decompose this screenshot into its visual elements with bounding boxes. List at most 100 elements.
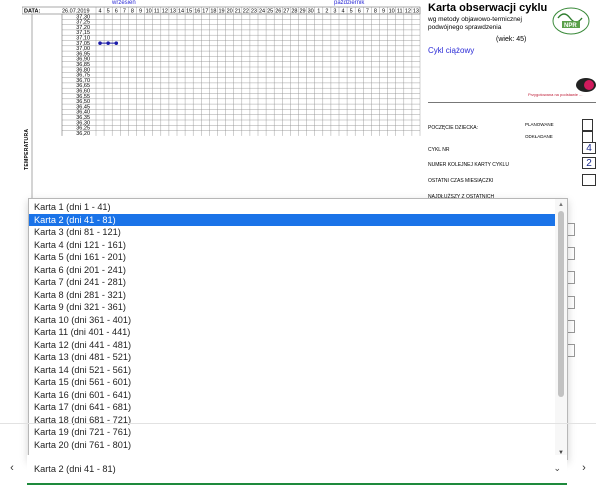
card-subtitle-1: wg metody objawowo-termicznej: [428, 16, 522, 23]
card-subtitle-2: podwójnego sprawdzenia: [428, 24, 502, 31]
day-number: 7: [366, 9, 369, 15]
npr-logo-icon: NPR: [552, 7, 590, 35]
day-number: 6: [115, 9, 118, 15]
day-number: 18: [210, 9, 216, 15]
day-number: 12: [405, 9, 411, 15]
day-number: 11: [397, 9, 403, 15]
day-number: 30: [308, 9, 314, 15]
cycle-no-label: CYKL NR: [428, 147, 450, 153]
dropdown-option[interactable]: Karta 9 (dni 321 - 361): [29, 301, 556, 314]
day-number: 12: [162, 9, 168, 15]
day-number: 2: [325, 9, 328, 15]
planned-checkbox[interactable]: [582, 119, 593, 131]
card-select[interactable]: Karta 2 (dni 41 - 81) ⌄: [27, 455, 567, 485]
dropdown-option[interactable]: Karta 19 (dni 721 - 761): [29, 426, 556, 439]
planned-label: PLANOWANE: [525, 122, 554, 127]
edge-fragment: [568, 296, 575, 309]
day-number: 11: [154, 9, 160, 15]
dropdown-option[interactable]: Karta 3 (dni 81 - 121): [29, 226, 556, 239]
dropdown-option[interactable]: Karta 18 (dni 681 - 721): [29, 414, 556, 427]
dropdown-option[interactable]: Karta 15 (dni 561 - 601): [29, 376, 556, 389]
age-label: (wiek: 45): [496, 36, 527, 43]
dropdown-option[interactable]: Karta 7 (dni 241 - 281): [29, 276, 556, 289]
card-no-value: 2: [582, 157, 596, 169]
pregnancy-cycle-label: Cykl ciążowy: [428, 46, 475, 55]
day-number: 17: [202, 9, 208, 15]
day-number: 25: [267, 9, 273, 15]
temperature-point: [106, 41, 110, 45]
dropdown-option[interactable]: Karta 5 (dni 161 - 201): [29, 251, 556, 264]
scroll-up-arrow-icon[interactable]: ▲: [558, 202, 564, 208]
small-note: Przygotowana na podstawie ...: [528, 92, 583, 97]
day-number: 16: [194, 9, 200, 15]
day-number: 19: [218, 9, 224, 15]
day-number: 20: [227, 9, 233, 15]
scrollbar-thumb[interactable]: [558, 211, 564, 397]
day-number: 3: [333, 9, 336, 15]
day-number: 5: [107, 9, 110, 15]
dropdown-option[interactable]: Karta 13 (dni 481 - 521): [29, 351, 556, 364]
month-label-october: październik: [334, 0, 365, 6]
day-number: 14: [178, 9, 184, 15]
day-number: 22: [243, 9, 249, 15]
dropdown-option[interactable]: Karta 11 (dni 401 - 441): [29, 326, 556, 339]
edge-fragment: [568, 320, 575, 333]
chevron-down-icon: ⌄: [553, 463, 561, 473]
month-label-september: wrzesień: [112, 0, 136, 6]
edge-fragment: [568, 223, 575, 236]
temperature-axis-label: TEMPERATURA: [24, 128, 30, 170]
day-number: 8: [131, 9, 134, 15]
method-logo-icon: [576, 78, 596, 92]
next-card-icon[interactable]: ›: [578, 461, 590, 475]
day-number: 4: [342, 9, 345, 15]
dropdown-option[interactable]: Karta 10 (dni 361 - 401): [29, 314, 556, 327]
dropdown-option[interactable]: Karta 14 (dni 521 - 561): [29, 364, 556, 377]
edge-fragment: [568, 344, 575, 357]
card-no-label: NUMER KOLEJNEJ KARTY CYKLU: [428, 162, 509, 168]
dropdown-option[interactable]: Karta 12 (dni 441 - 481): [29, 339, 556, 352]
day-number: 26: [275, 9, 281, 15]
day-number: 24: [259, 9, 265, 15]
temperature-axis: TEMPERATURA: [24, 110, 34, 170]
card-select-value: Karta 2 (dni 41 - 81): [34, 464, 116, 474]
dropdown-option[interactable]: Karta 1 (dni 1 - 41): [29, 201, 556, 214]
last-period-value: [582, 174, 596, 186]
day-number: 27: [283, 9, 289, 15]
day-number: 8: [374, 9, 377, 15]
dropdown-options: Karta 1 (dni 1 - 41) Karta 2 (dni 41 - 81…: [29, 201, 556, 451]
day-number: 6: [358, 9, 361, 15]
day-number: 7: [123, 9, 126, 15]
previous-card-icon[interactable]: ‹: [6, 461, 18, 475]
day-number: 29: [299, 9, 305, 15]
card-dropdown-list[interactable]: Karta 1 (dni 1 - 41) Karta 2 (dni 41 - 81…: [28, 198, 568, 460]
dropdown-option[interactable]: Karta 16 (dni 601 - 641): [29, 389, 556, 402]
day-number: 13: [170, 9, 176, 15]
dropdown-option[interactable]: Karta 4 (dni 121 - 161): [29, 239, 556, 252]
dropdown-option[interactable]: Karta 2 (dni 41 - 81): [29, 213, 556, 226]
dropdown-option[interactable]: Karta 17 (dni 641 - 681): [29, 401, 556, 414]
cycle-info-panel: Karta obserwacji cyklu wg metody objawow…: [428, 0, 596, 200]
day-number: 5: [350, 9, 353, 15]
cycle-chart-card: DATA: 26.07.2019 4 5 6 7 8 9 10 11 12 13 14 15 16 17 18 1…: [22, 0, 596, 200]
day-number: 4: [99, 9, 102, 15]
temperature-grid: DATA: 26.07.2019 4 5 6 7 8 9 10 11 12 13 14 15 16 17 18 1…: [22, 6, 421, 200]
date-label: DATA:: [24, 9, 40, 15]
day-number: 21: [235, 9, 241, 15]
dropdown-scrollbar[interactable]: ▲ ▼: [555, 199, 567, 459]
day-number: 10: [146, 9, 152, 15]
dropdown-option[interactable]: Karta 8 (dni 281 - 321): [29, 289, 556, 302]
dropdown-option[interactable]: Karta 6 (dni 201 - 241): [29, 264, 556, 277]
dropdown-option[interactable]: Karta 20 (dni 761 - 801): [29, 439, 556, 452]
day-number: 10: [389, 9, 395, 15]
day-number: 9: [139, 9, 142, 15]
card-title: Karta obserwacji cyklu: [428, 2, 548, 14]
bottom-divider: [0, 423, 596, 424]
edge-fragment: [568, 247, 575, 260]
day-number: 9: [382, 9, 385, 15]
postponed-label: ODKŁADANE: [525, 134, 553, 139]
last-period-label: OSTATNI CZAS MIESIĄCZKI: [428, 178, 494, 184]
day-number: 13: [413, 9, 419, 15]
conception-label: POCZĘCIE DZIECKA:: [428, 125, 479, 131]
temperature-point: [98, 41, 102, 45]
temperature-point: [114, 41, 119, 45]
